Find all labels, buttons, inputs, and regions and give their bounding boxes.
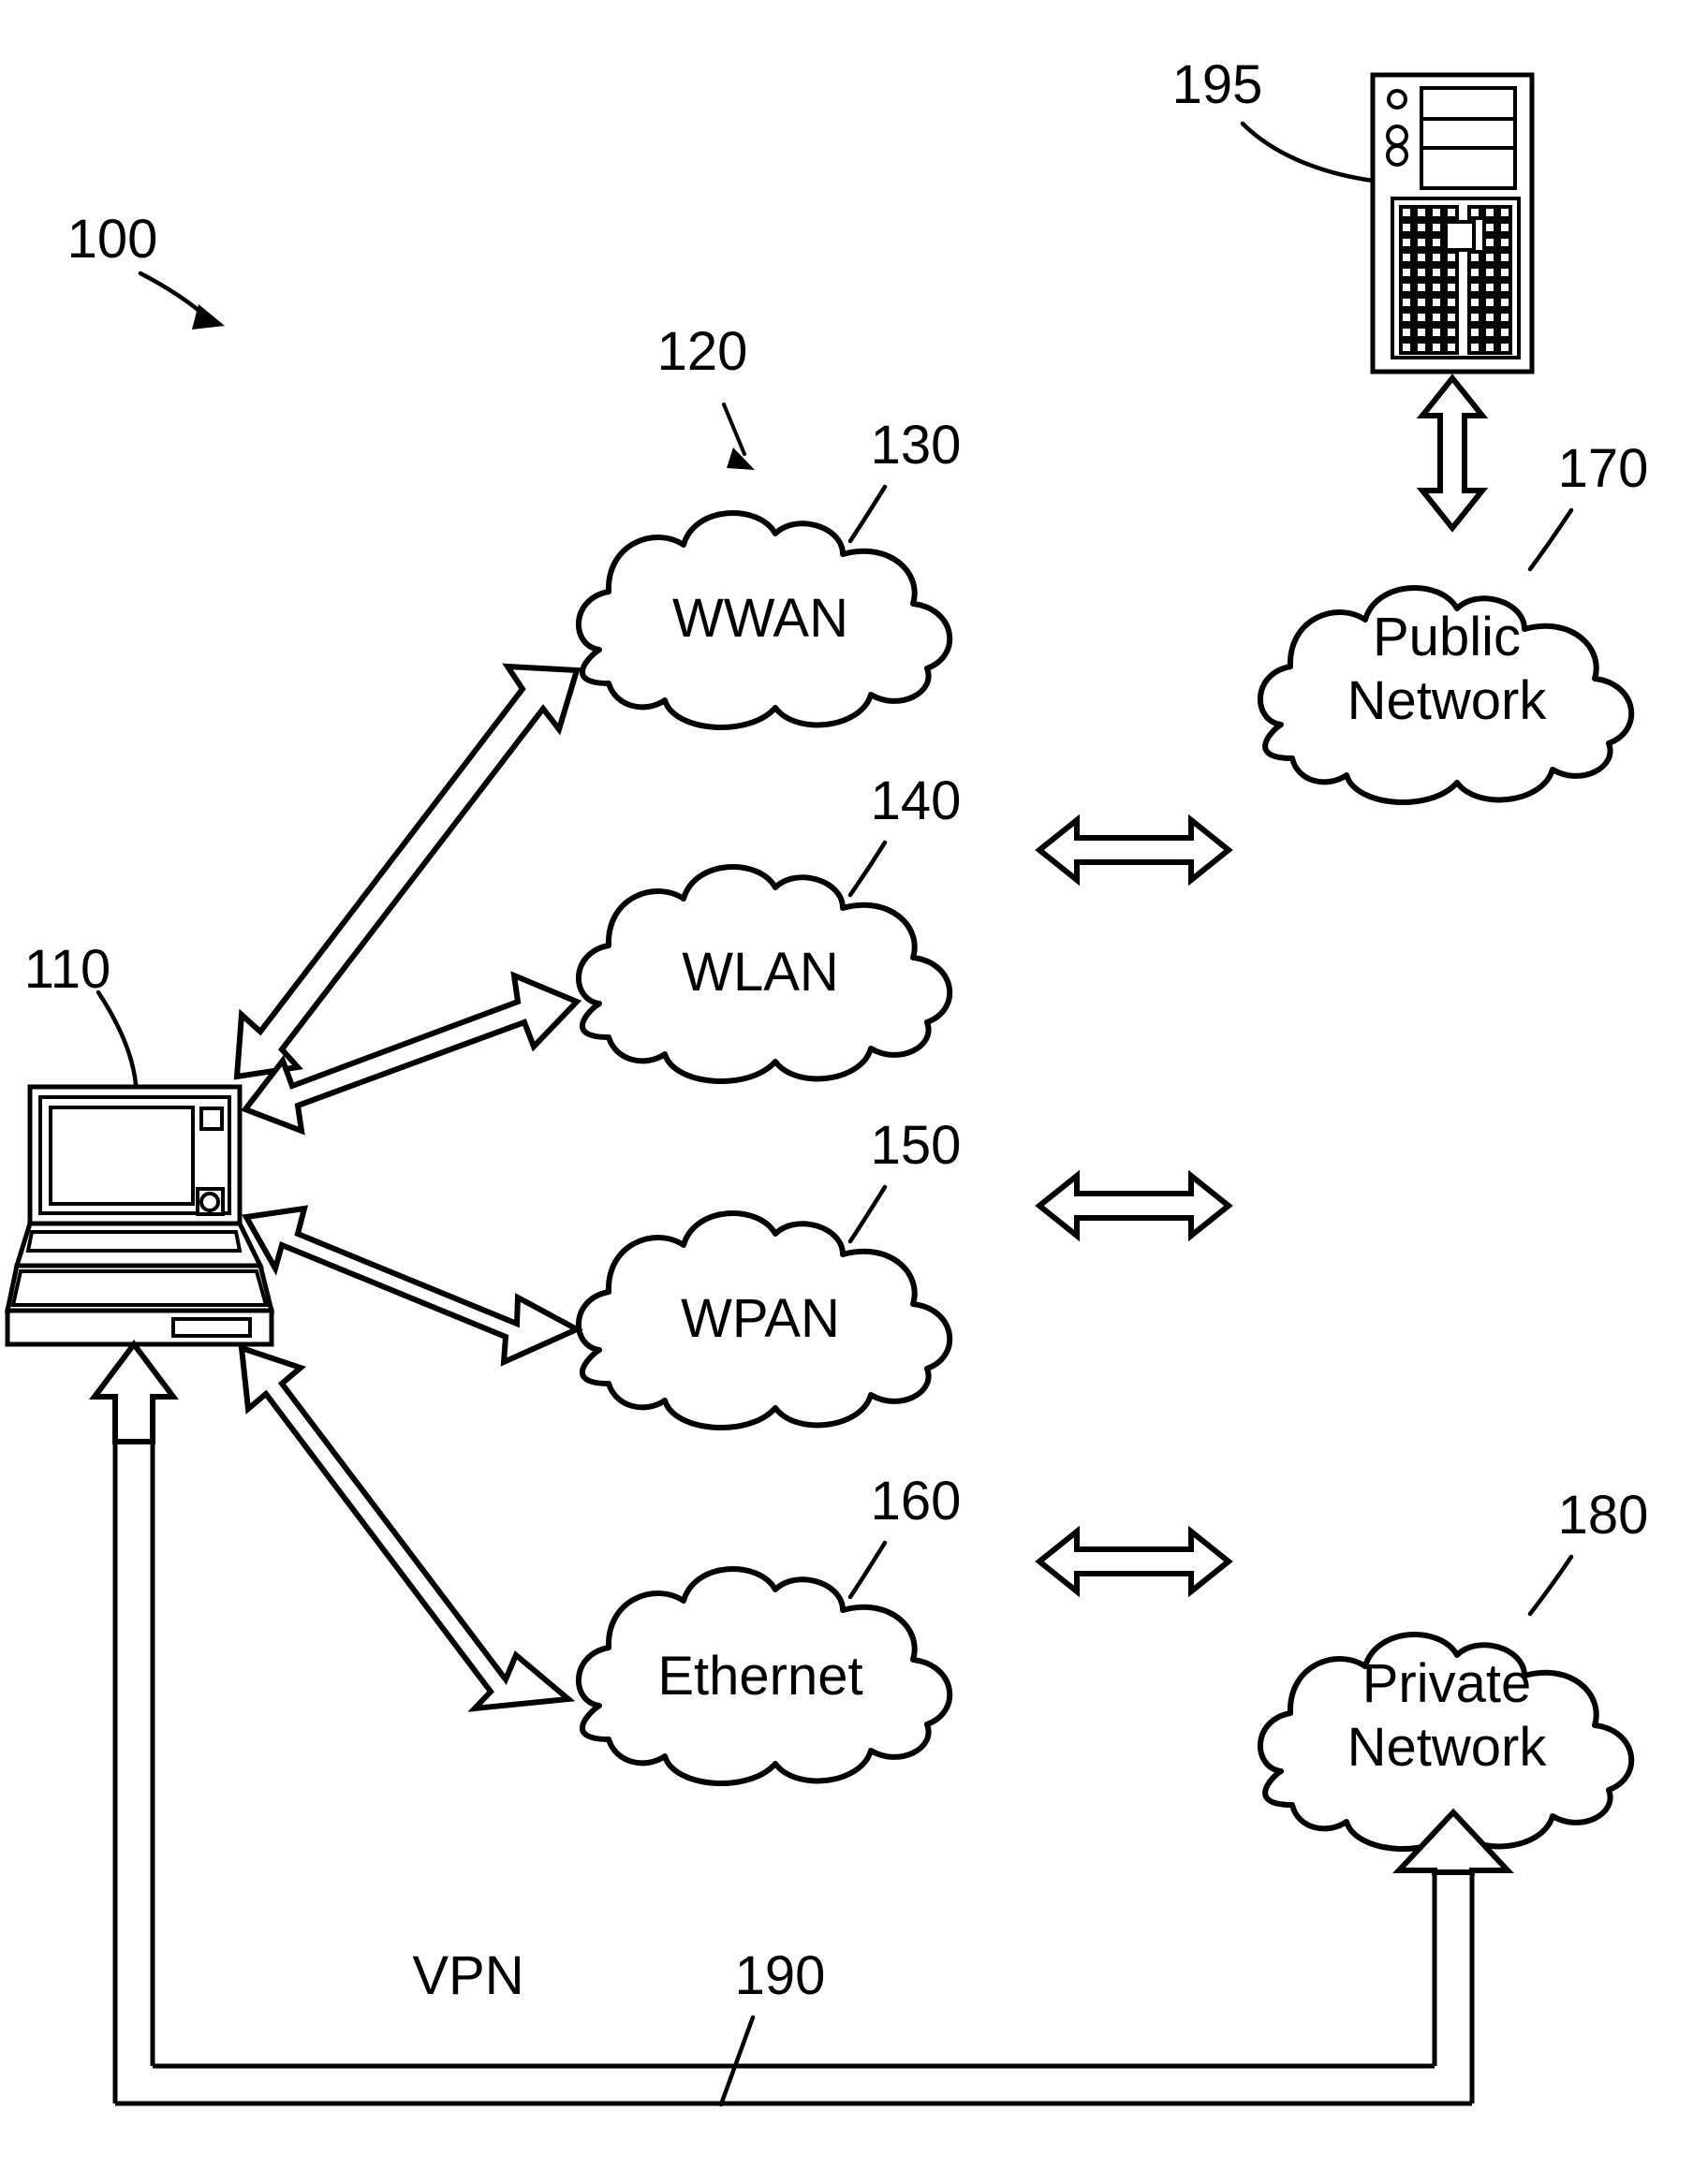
server-callout-195: 195 (1172, 54, 1376, 183)
patent-figure: 100 195 WWAN 130 120 WLAN 140 WPAN 150 E… (0, 0, 1693, 2184)
double-arrow-diagonal-4 (238, 1343, 576, 1712)
ref-label-130: 130 (871, 415, 962, 476)
leader-line-190 (718, 2015, 756, 2107)
arrow-server-public-network (1416, 374, 1489, 533)
wwan-label: WWAN (672, 588, 848, 649)
public-network-label-line2: Network (1347, 670, 1548, 731)
ref-label-150: 150 (871, 1115, 962, 1176)
ref-label-195: 195 (1172, 54, 1263, 115)
laptop-node[interactable] (4, 1084, 275, 1347)
double-arrow-horizontal-1 (1035, 814, 1233, 887)
private-network-label-line1: Private (1362, 1653, 1532, 1714)
double-arrow-vertical (1416, 374, 1489, 533)
private-network-callout-180: 180 (1527, 1485, 1649, 1617)
arrow-laptop-ethernet (238, 1343, 576, 1712)
leader-line-180 (1527, 1554, 1574, 1617)
wpan-label: WPAN (681, 1288, 840, 1349)
cloud-wlan[interactable]: WLAN (576, 864, 953, 1085)
vpn-callout-190: 190 (718, 1945, 826, 2107)
cloud-wpan[interactable]: WPAN (576, 1210, 953, 1431)
server-led-1 (1387, 89, 1407, 110)
leader-line-160 (847, 1540, 888, 1600)
ethernet-callout-160: 160 (847, 1471, 962, 1600)
public-network-callout-170: 170 (1527, 438, 1649, 572)
ref-label-160: 160 (871, 1471, 962, 1532)
vpn-label: VPN (412, 1945, 523, 2006)
laptop-screen (49, 1106, 195, 1206)
laptop-callout-110: 110 (24, 939, 139, 1087)
leader-line-140 (847, 840, 888, 898)
wlan-label: WLAN (682, 942, 839, 1003)
arrow-wpan-private (1035, 1525, 1233, 1598)
leader-line-120 (722, 403, 746, 456)
laptop-hinge-strip (25, 1230, 243, 1253)
server-bay-1 (1420, 86, 1517, 121)
ref-label-180: 180 (1558, 1485, 1649, 1546)
ref-label-190: 190 (735, 1945, 826, 2006)
leader-line-130 (847, 484, 888, 544)
arrowhead-120 (727, 447, 755, 470)
double-arrow-horizontal-2 (1035, 1169, 1233, 1242)
leader-line-195 (1240, 121, 1376, 183)
server-node[interactable] (1370, 72, 1535, 374)
cloud-wwan[interactable]: WWAN (576, 510, 953, 731)
diagram-canvas: 100 195 WWAN 130 120 WLAN 140 WPAN 150 E… (4, 54, 1649, 2107)
ref-label-140: 140 (871, 770, 962, 831)
ref-label-170: 170 (1558, 438, 1649, 499)
arrow-wwan-public (1035, 814, 1233, 887)
server-led-2 (1386, 125, 1408, 147)
arrow-laptop-wpan (242, 1205, 583, 1367)
access-networks-callout-120: 120 (657, 321, 755, 470)
private-network-label-line2: Network (1347, 1717, 1548, 1778)
ref-label-120: 120 (657, 321, 748, 382)
server-vent-grid (1399, 205, 1512, 355)
laptop-front-slot (171, 1317, 252, 1338)
server-bay-2 (1420, 117, 1517, 150)
cloud-ethernet[interactable]: Ethernet (576, 1566, 953, 1787)
laptop-keyboard (10, 1269, 269, 1307)
double-arrow-horizontal-3 (1035, 1525, 1233, 1598)
double-arrow-diagonal-3 (242, 1205, 583, 1367)
arrow-wlan-public (1035, 1169, 1233, 1242)
system-callout-100: 100 (67, 209, 225, 330)
wlan-callout-140: 140 (847, 770, 962, 898)
leader-line-170 (1527, 507, 1574, 572)
leader-line-110 (96, 989, 139, 1087)
wwan-callout-130: 130 (847, 415, 962, 544)
public-network-label-line1: Public (1373, 607, 1521, 667)
ref-label-100: 100 (67, 209, 158, 270)
laptop-trackpoint (199, 1192, 220, 1212)
wpan-callout-150: 150 (847, 1115, 962, 1244)
laptop-indicator-square (199, 1107, 224, 1131)
server-led-3 (1386, 144, 1408, 167)
cloud-public-network[interactable]: Public Network (1258, 585, 1635, 806)
server-bay-3 (1420, 146, 1517, 190)
leader-line-150 (847, 1184, 888, 1244)
vpn-arrowhead-into-laptop (89, 1340, 179, 1444)
ethernet-label: Ethernet (657, 1646, 862, 1707)
